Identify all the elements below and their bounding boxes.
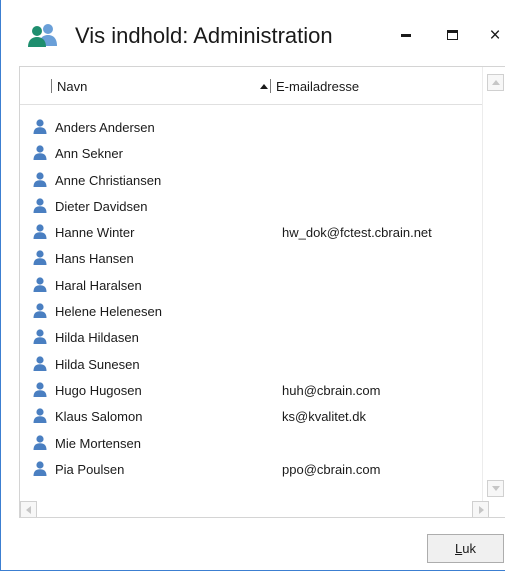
user-icon: [33, 356, 47, 371]
member-email: ppo@cbrain.com: [282, 461, 381, 477]
user-icon: [33, 198, 47, 213]
list-item[interactable]: Anders Andersen: [20, 115, 482, 141]
member-name: Hugo Hugosen: [55, 382, 142, 398]
column-header-name[interactable]: Navn: [57, 79, 87, 95]
list-item[interactable]: Dieter Davidsen: [20, 194, 482, 220]
user-icon: [33, 224, 47, 240]
arrow-down-icon: [492, 486, 500, 491]
maximize-icon: [446, 30, 458, 40]
list-item[interactable]: Haral Haralsen: [20, 273, 482, 299]
member-name: Helene Helenesen: [55, 304, 162, 320]
member-name: Haral Haralsen: [55, 277, 142, 293]
user-icon: [33, 119, 47, 134]
user-icon: [33, 250, 47, 266]
column-header-email[interactable]: E-mailadresse: [276, 79, 359, 95]
member-name: Hanne Winter: [55, 225, 135, 241]
member-name: Hilda Hildasen: [55, 330, 139, 346]
list-item[interactable]: Hanne Winter hw_dok@fctest.cbrain.net: [20, 220, 482, 246]
maximize-button[interactable]: [437, 20, 467, 50]
list-item[interactable]: Anne Christiansen: [20, 168, 482, 194]
user-icon: [33, 408, 47, 424]
vertical-scrollbar[interactable]: [482, 67, 505, 503]
list-header: Navn E-mailadresse: [20, 67, 482, 105]
scroll-right-button[interactable]: [472, 501, 489, 517]
scroll-down-button[interactable]: [487, 480, 504, 497]
list-item[interactable]: Mie Mortensen: [20, 431, 482, 457]
member-name: Ann Sekner: [55, 146, 123, 162]
users-icon: [28, 24, 57, 47]
member-email: ks@kvalitet.dk: [282, 409, 366, 425]
sort-ascending-icon: [260, 84, 268, 89]
list-item[interactable]: Hans Hansen: [20, 246, 482, 272]
member-name: Pia Poulsen: [55, 461, 125, 477]
member-name: Anders Andersen: [55, 120, 155, 135]
members-list[interactable]: Navn E-mailadresse Anders Andersen Ann Se…: [19, 66, 505, 518]
dialog-window: Vis indhold: Administration × Navn E-mai…: [0, 0, 505, 571]
arrow-right-icon: [479, 506, 484, 514]
column-separator[interactable]: [270, 79, 271, 93]
column-separator[interactable]: [51, 79, 52, 93]
user-icon: [33, 382, 47, 397]
user-icon: [33, 329, 47, 345]
member-name: Klaus Salomon: [55, 409, 143, 425]
arrow-left-icon: [26, 506, 31, 514]
user-icon: [33, 145, 47, 161]
member-email: hw_dok@fctest.cbrain.net: [282, 225, 432, 241]
list-item[interactable]: Helene Helenesen: [20, 299, 482, 325]
member-name: Hilda Sunesen: [55, 356, 140, 372]
close-window-button[interactable]: ×: [480, 20, 505, 50]
member-name: Hans Hansen: [55, 251, 134, 267]
close-button[interactable]: Luk: [427, 534, 504, 563]
close-button-mnemonic: L: [455, 541, 463, 556]
minimize-icon: [401, 33, 411, 37]
user-icon: [33, 434, 47, 450]
user-icon: [33, 303, 47, 319]
minimize-button[interactable]: [391, 20, 421, 50]
list-item[interactable]: Klaus Salomon ks@kvalitet.dk: [20, 404, 482, 430]
user-icon: [33, 461, 47, 476]
scroll-left-button[interactable]: [20, 501, 37, 517]
title-bar[interactable]: Vis indhold: Administration ×: [1, 0, 505, 66]
member-name: Anne Christiansen: [55, 172, 162, 188]
close-icon: ×: [489, 24, 501, 46]
arrow-up-icon: [492, 80, 500, 85]
user-icon: [33, 277, 47, 292]
scroll-up-button[interactable]: [487, 74, 504, 91]
user-icon: [33, 171, 47, 187]
member-name: Mie Mortensen: [55, 435, 141, 451]
list-item[interactable]: Pia Poulsen ppo@cbrain.com: [20, 457, 482, 483]
close-button-label: uk: [462, 541, 476, 556]
member-email: huh@cbrain.com: [282, 382, 381, 398]
list-rows: Anders Andersen Ann Sekner Anne Christians…: [20, 115, 482, 483]
member-name: Dieter Davidsen: [55, 198, 148, 214]
list-item[interactable]: Ann Sekner: [20, 141, 482, 167]
window-title: Vis indhold: Administration: [75, 23, 333, 48]
list-item[interactable]: Hilda Hildasen: [20, 325, 482, 351]
list-item[interactable]: Hilda Sunesen: [20, 352, 482, 378]
list-item[interactable]: Hugo Hugosen huh@cbrain.com: [20, 378, 482, 404]
horizontal-scrollbar[interactable]: [20, 501, 505, 517]
